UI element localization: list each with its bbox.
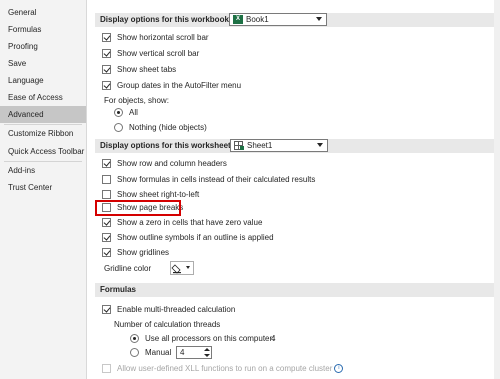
chevron-down-icon	[317, 143, 323, 147]
sidebar-item-proofing[interactable]: Proofing	[0, 38, 86, 55]
radio-label: Use all processors on this computer:	[145, 334, 275, 343]
workbook-dropdown-value: Book1	[246, 15, 269, 24]
worksheet-dropdown-value: Sheet1	[247, 141, 273, 150]
radio-label: All	[129, 108, 138, 117]
checkbox[interactable]	[102, 49, 111, 58]
radio-button[interactable]	[130, 348, 139, 357]
section-header-formulas: Formulas	[95, 283, 495, 297]
option-label: Show horizontal scroll bar	[117, 33, 209, 42]
option-label: Show row and column headers	[117, 159, 227, 168]
worksheet-badge-icon	[240, 146, 244, 150]
excel-workbook-icon: X	[233, 15, 243, 24]
gridline-color-label: Gridline color	[104, 264, 152, 273]
sidebar-item-add-ins[interactable]: Add-ins	[0, 162, 86, 179]
chevron-down-icon	[316, 17, 322, 21]
sidebar-item-trust-center[interactable]: Trust Center	[0, 179, 86, 196]
radio-label: Nothing (hide objects)	[129, 123, 207, 132]
option-label: Allow user-defined XLL functions to run …	[117, 362, 344, 376]
option-label: Show sheet tabs	[117, 65, 177, 74]
spinner-value: 4	[180, 348, 185, 357]
option-label: Enable multi-threaded calculation	[117, 305, 236, 314]
worksheet-dropdown[interactable]: Sheet1	[230, 139, 328, 152]
checkbox[interactable]	[102, 159, 111, 168]
sidebar-item-save[interactable]: Save	[0, 55, 86, 72]
section-title: Display options for this worksheet:	[100, 141, 234, 150]
option-label: Group dates in the AutoFilter menu	[117, 81, 242, 90]
workbook-dropdown[interactable]: X Book1	[229, 13, 327, 26]
sidebar-item-quick-access-toolbar[interactable]: Quick Access Toolbar	[0, 143, 86, 160]
radio-button[interactable]	[114, 123, 123, 132]
radio-label: Manual	[145, 348, 172, 357]
radio-button[interactable]	[130, 334, 139, 343]
vertical-scrollbar[interactable]	[494, 0, 500, 379]
spinner-arrows[interactable]	[204, 348, 210, 357]
option-label: Show vertical scroll bar	[117, 49, 200, 58]
option-label: Show formulas in cells instead of their …	[117, 175, 316, 184]
sidebar-item-ease-of-access[interactable]: Ease of Access	[0, 89, 86, 106]
option-label: Show gridlines	[117, 248, 170, 257]
threads-label: Number of calculation threads	[114, 320, 221, 329]
chevron-down-icon	[186, 266, 190, 269]
checkbox[interactable]	[102, 248, 111, 257]
highlight-box	[95, 200, 181, 216]
sidebar-item-general[interactable]: General	[0, 4, 86, 21]
radio-button[interactable]	[114, 108, 123, 117]
checkbox[interactable]	[102, 81, 111, 90]
checkbox[interactable]	[102, 65, 111, 74]
checkbox[interactable]	[102, 305, 111, 314]
checkbox[interactable]	[102, 364, 111, 373]
xll-label-text: Allow user-defined XLL functions to run …	[117, 364, 333, 373]
checkbox[interactable]	[102, 218, 111, 227]
checkbox[interactable]	[102, 233, 111, 242]
options-sidebar: General Formulas Proofing Save Language …	[0, 0, 87, 379]
section-title: Display options for this workbook:	[100, 15, 232, 24]
section-title: Formulas	[100, 285, 137, 294]
sidebar-item-advanced[interactable]: Advanced	[0, 106, 86, 123]
processor-count: 4	[271, 334, 276, 343]
option-label: Show a zero in cells that have zero valu…	[117, 218, 263, 227]
gridline-color-button[interactable]	[170, 261, 194, 275]
chevron-up-icon	[204, 348, 210, 351]
sidebar-item-customize-ribbon[interactable]: Customize Ribbon	[0, 125, 86, 142]
chevron-down-icon	[204, 354, 210, 357]
sidebar-item-formulas[interactable]: Formulas	[0, 21, 86, 38]
checkbox[interactable]	[102, 33, 111, 42]
checkbox[interactable]	[102, 175, 111, 184]
info-icon: i	[334, 364, 344, 374]
checkbox[interactable]	[102, 190, 111, 199]
sidebar-item-language[interactable]: Language	[0, 72, 86, 89]
option-label: Show outline symbols if an outline is ap…	[117, 233, 274, 242]
manual-threads-spinner[interactable]: 4	[176, 346, 212, 359]
